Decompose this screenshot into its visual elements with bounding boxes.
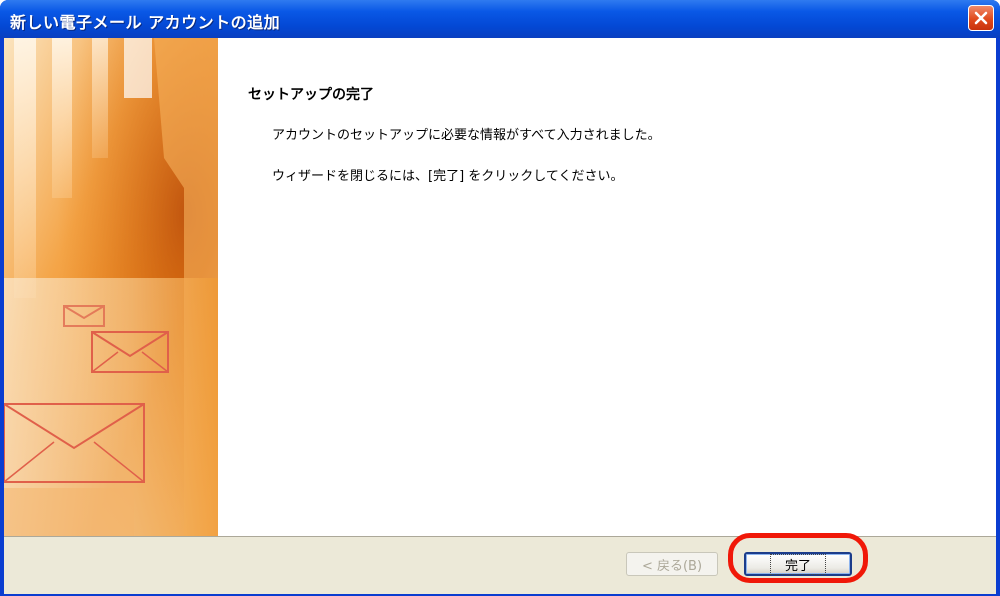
title-bar[interactable]: 新しい電子メール アカウントの追加	[0, 0, 1000, 38]
close-icon	[974, 11, 988, 25]
highlight-annotation	[728, 533, 868, 583]
wizard-window: 新しい電子メール アカウントの追加 セットアップの完了 アカウントのセットアップ…	[0, 0, 1000, 596]
back-button[interactable]: < 戻る(B)	[626, 552, 718, 576]
close-button[interactable]	[968, 5, 994, 31]
window-title: 新しい電子メール アカウントの追加	[10, 13, 281, 32]
completion-message: アカウントのセットアップに必要な情報がすべて入力されました。	[272, 128, 661, 143]
wizard-banner-image	[4, 38, 218, 536]
wizard-content: セットアップの完了 アカウントのセットアップに必要な情報がすべて入力されました。…	[218, 38, 996, 536]
wizard-client-area: セットアップの完了 アカウントのセットアップに必要な情報がすべて入力されました。…	[4, 38, 996, 594]
banner-graphic	[4, 38, 218, 536]
close-instruction: ウィザードを閉じるには、[完了] をクリックしてください。	[272, 169, 624, 184]
page-heading: セットアップの完了	[248, 87, 374, 103]
